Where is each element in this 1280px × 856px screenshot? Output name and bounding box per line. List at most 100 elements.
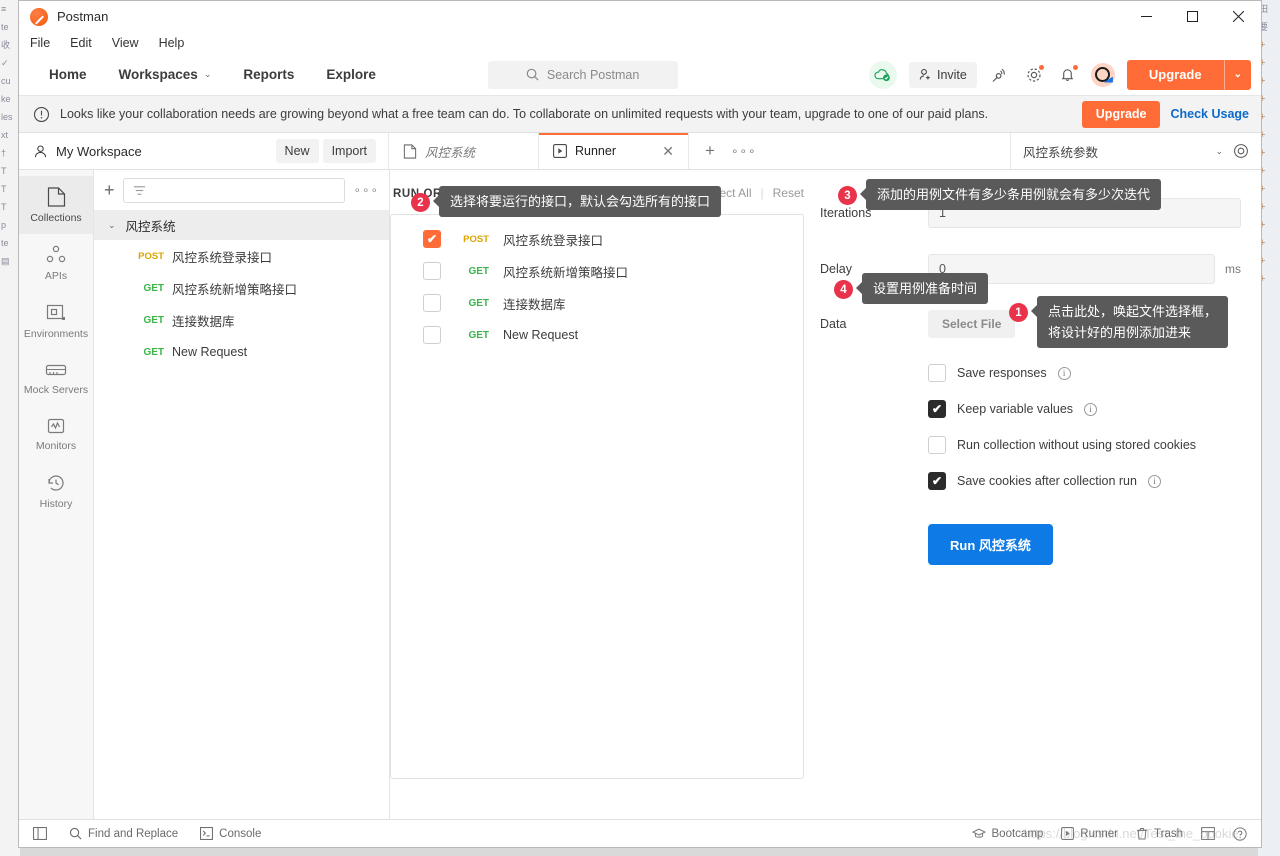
- upgrade-button[interactable]: Upgrade ⌄: [1126, 59, 1251, 90]
- menu-item-help[interactable]: Help: [159, 36, 185, 50]
- collection-icon: [403, 143, 417, 159]
- run-item-checkbox[interactable]: ✔: [423, 230, 441, 248]
- sidebar-label-collections: Collections: [30, 212, 82, 224]
- collection-request-row[interactable]: POST 风控系统登录接口: [94, 240, 389, 272]
- save-responses-checkbox[interactable]: [928, 364, 946, 382]
- option-save-cookies[interactable]: ✔ Save cookies after collection run i: [820, 472, 1241, 490]
- collection-request-row[interactable]: GET 风控系统新增策略接口: [94, 272, 389, 304]
- import-button[interactable]: Import: [322, 139, 376, 163]
- postman-logo-icon: [30, 7, 48, 26]
- background-text: p: [1, 220, 7, 230]
- upgrade-banner: Looks like your collaboration needs are …: [19, 95, 1261, 133]
- keep-variable-values-checkbox[interactable]: ✔: [928, 400, 946, 418]
- environment-chevron-down-icon[interactable]: ⌄: [1215, 146, 1223, 157]
- settings-gear-icon[interactable]: [1023, 63, 1045, 86]
- run-item-checkbox[interactable]: [423, 262, 441, 280]
- method-label: GET: [143, 282, 164, 294]
- nav-explore[interactable]: Explore: [310, 67, 392, 82]
- run-order-section: RUN ORDER Deselect All | Select All | Re…: [390, 170, 820, 819]
- tab-more-button[interactable]: ∘∘∘: [731, 144, 757, 158]
- sidebar-item-environments[interactable]: Environments: [19, 292, 93, 350]
- sidebar-item-monitors[interactable]: Monitors: [19, 406, 93, 462]
- collection-request-row[interactable]: GET New Request: [94, 336, 389, 368]
- postman-window: Postman File Edit View Help Home Workspa…: [18, 0, 1262, 848]
- info-icon[interactable]: i: [1084, 402, 1098, 416]
- invite-button[interactable]: Invite: [908, 61, 977, 88]
- trash-button[interactable]: Trash: [1136, 827, 1183, 840]
- maximize-button[interactable]: [1169, 1, 1215, 32]
- environment-selector[interactable]: 风控系统参数 ⌄: [1011, 133, 1261, 169]
- search-icon: [526, 68, 539, 81]
- run-order-item[interactable]: ✔ POST 风控系统登录接口: [391, 223, 803, 255]
- sidebar-item-history[interactable]: History: [19, 462, 93, 520]
- console-button[interactable]: Console: [200, 827, 261, 840]
- collection-root-row[interactable]: ⌄ 风控系统: [94, 210, 389, 240]
- satellite-icon[interactable]: [989, 64, 1011, 86]
- search-icon: [69, 827, 82, 840]
- new-collection-button[interactable]: +: [104, 180, 115, 201]
- sidebar-item-collections[interactable]: Collections: [19, 176, 93, 234]
- run-order-item[interactable]: GET New Request: [391, 319, 803, 351]
- banner-upgrade-button[interactable]: Upgrade: [1081, 100, 1161, 128]
- check-icon: ✔: [931, 402, 943, 416]
- run-order-item[interactable]: GET 连接数据库: [391, 287, 803, 319]
- collections-filter-input[interactable]: [122, 177, 346, 203]
- nav-workspaces[interactable]: Workspaces ⌄: [103, 67, 228, 82]
- help-button[interactable]: [1233, 826, 1247, 841]
- upgrade-chevron-down-icon[interactable]: ⌄: [1225, 69, 1251, 80]
- minimize-button[interactable]: [1123, 1, 1169, 32]
- data-label: Data: [820, 317, 847, 331]
- sidebar-label-monitors: Monitors: [35, 440, 77, 452]
- title-bar: Postman: [19, 1, 1261, 32]
- save-cookies-checkbox[interactable]: ✔: [928, 472, 946, 490]
- new-button[interactable]: New: [275, 139, 319, 163]
- option-keep-variable-values[interactable]: ✔ Keep variable values i: [820, 400, 1241, 418]
- sidebar-item-apis[interactable]: APIs: [19, 234, 93, 292]
- chevron-down-icon[interactable]: ⌄: [108, 220, 116, 231]
- option-save-responses[interactable]: Save responses i: [820, 364, 1241, 382]
- avatar[interactable]: [1090, 62, 1115, 87]
- find-and-replace-button[interactable]: Find and Replace: [69, 827, 178, 840]
- nav-reports[interactable]: Reports: [227, 67, 310, 82]
- reset-button[interactable]: Reset: [773, 186, 804, 200]
- background-text: T: [1, 184, 7, 194]
- run-order-item[interactable]: GET 风控系统新增策略接口: [391, 255, 803, 287]
- sidebar-toggle-button[interactable]: [33, 827, 47, 840]
- background-text: †: [1, 148, 7, 158]
- banner-check-usage-link[interactable]: Check Usage: [1170, 107, 1249, 121]
- tab-close-icon[interactable]: ✕: [662, 143, 674, 160]
- nav-home[interactable]: Home: [33, 67, 103, 82]
- run-item-checkbox[interactable]: [423, 326, 441, 344]
- new-tab-button[interactable]: +: [705, 141, 715, 161]
- monitors-icon: [47, 418, 65, 434]
- workspace-tab-row: My Workspace New Import 风控系统 Runner ✕ + …: [19, 133, 1261, 170]
- bootcamp-button[interactable]: Bootcamp: [971, 828, 1043, 840]
- collection-request-row[interactable]: GET 连接数据库: [94, 304, 389, 336]
- console-icon: [200, 827, 214, 840]
- sidebar-item-mock-servers[interactable]: Mock Servers: [19, 350, 93, 406]
- menu-item-view[interactable]: View: [112, 36, 139, 50]
- environment-name: 风控系统参数: [1023, 145, 1099, 160]
- info-icon[interactable]: i: [1057, 366, 1071, 380]
- notifications-bell-icon[interactable]: [1057, 63, 1079, 86]
- workspace-selector[interactable]: My Workspace New Import: [19, 133, 389, 169]
- info-icon[interactable]: i: [1147, 474, 1161, 488]
- select-file-button[interactable]: Select File: [928, 310, 1016, 338]
- menu-item-file[interactable]: File: [30, 36, 50, 50]
- run-collection-button[interactable]: Run 风控系统: [928, 524, 1053, 565]
- tab-runner[interactable]: Runner ✕: [539, 133, 689, 169]
- menu-item-edit[interactable]: Edit: [70, 36, 92, 50]
- run-without-cookies-checkbox[interactable]: [928, 436, 946, 454]
- option-run-without-cookies[interactable]: Run collection without using stored cook…: [820, 436, 1241, 454]
- run-item-checkbox[interactable]: [423, 294, 441, 312]
- search-input[interactable]: Search Postman: [487, 60, 678, 89]
- tab-collection[interactable]: 风控系统: [389, 133, 539, 169]
- runner-button[interactable]: Runner: [1061, 827, 1118, 840]
- background-text: ▤: [1, 256, 10, 266]
- collections-more-button[interactable]: ∘∘∘: [353, 183, 379, 197]
- close-button[interactable]: [1215, 1, 1261, 32]
- layout-toggle-button[interactable]: [1201, 827, 1215, 840]
- method-label: GET: [468, 329, 489, 341]
- find-and-replace-label: Find and Replace: [88, 827, 179, 840]
- sync-status-icon[interactable]: [868, 60, 897, 89]
